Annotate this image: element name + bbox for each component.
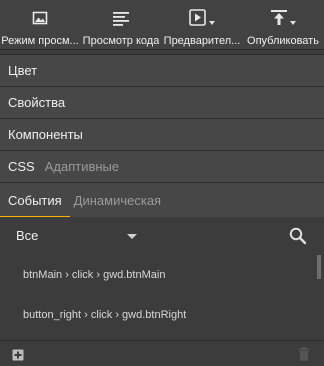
code-view-button[interactable]: Просмотр кода (80, 0, 162, 50)
section-color[interactable]: Цвет (0, 54, 324, 86)
events-footer (0, 340, 324, 366)
toolbar: Режим просм... Просмотр кода Предварител… (0, 0, 324, 50)
tab-events-label: События (8, 192, 62, 208)
view-mode-label: Режим просм... (1, 35, 79, 47)
preview-label: Предварител... (163, 35, 241, 47)
view-mode-button[interactable]: Режим просм... (0, 0, 80, 50)
image-icon (32, 8, 48, 32)
tab-dynamic-label: Динамическая (73, 192, 162, 208)
section-properties[interactable]: Свойства (0, 86, 324, 118)
preview-button[interactable]: Предварител... (162, 0, 242, 50)
section-css: CSS Адаптивные (0, 150, 324, 182)
tab-dynamic[interactable]: Динамическая (70, 183, 165, 218)
publish-icon (268, 8, 298, 32)
code-view-icon (112, 8, 130, 32)
section-components-title: Компоненты (8, 127, 83, 142)
chevron-down-icon (127, 234, 137, 239)
event-filter-value: Все (16, 228, 39, 243)
events-tab-bar: События Динамическая (0, 182, 324, 218)
trash-icon[interactable] (298, 347, 310, 361)
events-list: btnMain › click › gwd.btnMain button_rig… (0, 255, 324, 340)
list-item[interactable]: btnMain › click › gwd.btnMain (0, 255, 316, 295)
events-filter-bar: Все (0, 217, 324, 255)
section-components[interactable]: Компоненты (0, 118, 324, 150)
event-label: button_right › click › gwd.btnRight (23, 309, 187, 321)
tab-css[interactable]: CSS (0, 159, 35, 174)
event-filter-select[interactable]: Все (0, 217, 150, 255)
chevron-down-icon (290, 21, 296, 25)
add-icon[interactable] (12, 348, 24, 361)
preview-play-icon (187, 8, 217, 32)
code-view-label: Просмотр кода (82, 35, 160, 47)
tab-adaptive[interactable]: Адаптивные (45, 159, 119, 174)
section-properties-title: Свойства (8, 95, 66, 110)
publish-label: Опубликовать (247, 35, 319, 47)
event-label: btnMain › click › gwd.btnMain (23, 269, 166, 281)
publish-button[interactable]: Опубликовать (242, 0, 324, 50)
tab-events[interactable]: События (0, 183, 70, 218)
search-icon[interactable] (288, 226, 308, 246)
list-item[interactable]: button_right › click › gwd.btnRight (0, 295, 316, 335)
section-color-title: Цвет (8, 63, 38, 78)
scrollbar[interactable] (317, 255, 321, 279)
chevron-down-icon (209, 21, 215, 25)
